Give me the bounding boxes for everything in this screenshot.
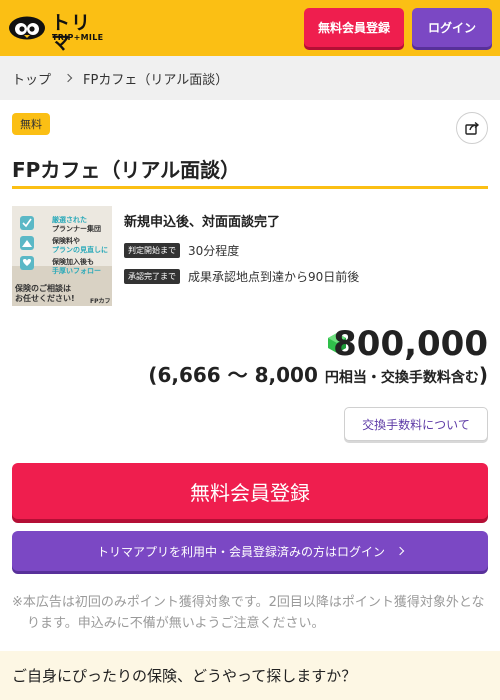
thumbnail-text: プランナー集団 xyxy=(52,225,101,233)
thumbnail-text: 保険加入後も xyxy=(52,258,94,266)
approve-time-tag: 承認完了まで xyxy=(124,269,180,284)
share-icon xyxy=(465,121,480,135)
offer-condition: 新規申込後、対面面談完了 xyxy=(124,215,281,230)
penguin-logo-icon xyxy=(9,16,45,40)
paren-close: ) xyxy=(478,363,488,387)
share-button[interactable] xyxy=(456,112,488,144)
header-register-button[interactable]: 無料会員登録 xyxy=(304,8,404,47)
yen-equivalent: (6,666 〜 8,000 円相当・交換手数料含む) xyxy=(148,362,488,391)
breadcrumb-home-link[interactable]: トップ xyxy=(12,69,51,88)
yen-range-value: 6,666 〜 8,000 xyxy=(157,363,318,387)
page-title: FPカフェ（リアル面談） xyxy=(12,158,241,182)
trima-logo[interactable]: トリマ TRIP+MILE xyxy=(8,12,104,53)
breadcrumb: トップ FPカフェ（リアル面談） xyxy=(0,56,500,100)
thumbnail-text: 厳選された xyxy=(52,216,87,224)
approve-time-row: 承認完了まで 成果承認地点到達から90日前後 xyxy=(124,268,359,285)
thumbnail-text: 保険料や xyxy=(52,237,80,245)
register-button[interactable]: 無料会員登録 xyxy=(12,463,488,519)
disclaimer-note: ※本広告は初回のみポイント獲得対象です。2回目以降はポイント獲得対象外となります… xyxy=(12,595,485,631)
yen-suffix: 円相当・交換手数料含む xyxy=(324,370,479,386)
thumbnail-text: 手厚いフォロー xyxy=(52,267,101,275)
thumbnail-caption-line: 保険のご相談は xyxy=(15,284,71,293)
login-button[interactable]: トリマアプリを利用中・会員登録済みの方はログイン xyxy=(12,531,488,571)
reward-points: 800,000 xyxy=(333,324,488,364)
offer-thumbnail: 厳選された プランナー集団 保険料や プランの見直しに 保険加入後も 手厚いフォ… xyxy=(12,206,112,306)
free-badge: 無料 xyxy=(12,113,50,135)
approve-time-value: 成果承認地点到達から90日前後 xyxy=(188,270,360,284)
title-underline xyxy=(12,186,488,189)
site-header: トリマ TRIP+MILE 無料会員登録 ログイン xyxy=(0,0,500,56)
breadcrumb-current: FPカフェ（リアル面談） xyxy=(83,72,229,88)
logo-subtext: TRIP+MILE xyxy=(52,33,104,42)
thumbnail-brand: FPカフェ xyxy=(90,298,111,305)
thumbnail-caption: 保険のご相談は お任せください! xyxy=(15,284,75,304)
thumbnail-text: プランの見直しに xyxy=(52,246,108,254)
thumbnail-caption-line: お任せください! xyxy=(15,294,75,303)
judge-time-row: 判定開始まで 30分程度 xyxy=(124,242,239,259)
login-button-label: トリマアプリを利用中・会員登録済みの方はログイン xyxy=(96,544,385,559)
judge-time-tag: 判定開始まで xyxy=(124,243,180,258)
insurance-banner[interactable]: ご自身にぴったりの保険、どうやって探しますか？ xyxy=(0,651,500,700)
chevron-right-icon xyxy=(63,73,73,83)
header-login-button[interactable]: ログイン xyxy=(412,8,492,47)
exchange-fee-button[interactable]: 交換手数料について xyxy=(344,407,488,441)
judge-time-value: 30分程度 xyxy=(188,244,240,258)
chevron-right-icon xyxy=(395,546,405,556)
